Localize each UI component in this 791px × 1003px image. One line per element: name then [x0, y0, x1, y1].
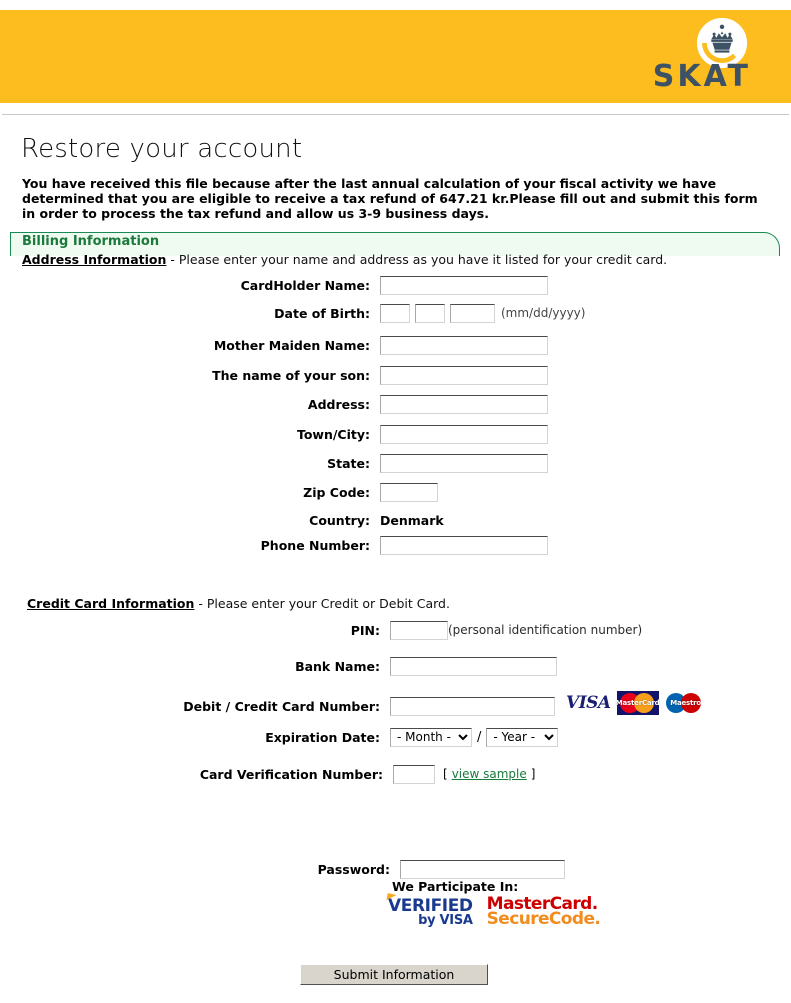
address-information-desc: - Please enter your name and address as … [166, 252, 668, 267]
phone-number-label: Phone Number: [260, 537, 370, 553]
credit-card-information-label: Credit Card Information [27, 596, 195, 611]
mother-maiden-name-label: Mother Maiden Name: [213, 337, 370, 353]
submit-information-button[interactable]: Submit Information [300, 964, 488, 985]
row-country: Country: Denmark [180, 510, 444, 530]
zip-code-input[interactable] [380, 482, 438, 502]
state-label: State: [327, 455, 370, 471]
password-input[interactable] [400, 859, 565, 879]
address-information-label: Address Information [22, 252, 167, 267]
expiration-year-select[interactable]: - Year - [486, 727, 559, 747]
credit-card-information-desc: - Please enter your Credit or Debit Card… [194, 596, 450, 611]
mastercard-logo: MasterCard [615, 691, 660, 715]
row-town-city: Town/City: [180, 424, 548, 444]
header-divider [2, 114, 789, 115]
card-number-input[interactable] [390, 696, 555, 716]
date-of-birth-label: Date of Birth: [274, 305, 370, 321]
row-son-name: The name of your son: [180, 365, 548, 385]
credit-card-information-heading: Credit Card Information - Please enter y… [27, 596, 450, 611]
mastercard-securecode-line2: SecureCode. [486, 909, 601, 929]
visa-logo: VISA [566, 692, 611, 713]
row-card-number: Debit / Credit Card Number: [170, 696, 555, 716]
expiration-separator: / [477, 729, 482, 745]
row-bank-name: Bank Name: [190, 656, 557, 676]
page-title: Restore your account [21, 134, 303, 164]
town-city-input[interactable] [380, 424, 548, 444]
skat-wordmark: SKAT [652, 59, 751, 94]
mastercard-securecode-logo: MasterCard. SecureCode. [487, 896, 601, 928]
son-name-input[interactable] [380, 365, 548, 385]
skat-logo: SKAT [643, 18, 753, 98]
expiration-month-select[interactable]: - Month - [390, 727, 472, 747]
row-cardholder-name: CardHolder Name: [180, 275, 548, 295]
pin-label: PIN: [350, 622, 380, 638]
row-password: Password: [200, 859, 565, 879]
state-input[interactable] [380, 453, 548, 473]
verified-by-visa-line1: VERIFIED [388, 895, 473, 916]
dob-day-input[interactable] [415, 303, 445, 323]
card-number-label: Debit / Credit Card Number: [183, 698, 380, 714]
mother-maiden-name-input[interactable] [380, 335, 548, 355]
cvn-bracket-open: [ [443, 767, 448, 781]
phone-number-input[interactable] [380, 535, 548, 555]
pin-input[interactable] [390, 620, 448, 640]
address-label: Address: [307, 396, 370, 412]
dob-month-input[interactable] [380, 303, 410, 323]
row-card-verification-number: Card Verification Number: [ view sample … [193, 764, 535, 784]
intro-paragraph: You have received this file because afte… [22, 176, 758, 221]
address-information-heading: Address Information - Please enter your … [22, 252, 667, 267]
billing-panel-title: Billing Information [22, 234, 160, 249]
site-header-band: SKAT [0, 10, 791, 103]
maestro-logo-text: Maestro [670, 699, 702, 707]
mastercard-logo-text: MasterCard [615, 699, 660, 707]
maestro-logo: Maestro [665, 691, 707, 715]
row-phone-number: Phone Number: [180, 535, 548, 555]
row-expiration-date: Expiration Date: - Month - / - Year - [210, 727, 559, 747]
town-city-label: Town/City: [296, 426, 370, 442]
expiration-date-label: Expiration Date: [265, 729, 380, 745]
pin-hint: (personal identification number) [448, 623, 643, 637]
bank-name-input[interactable] [390, 656, 557, 676]
country-label: Country: [309, 512, 370, 528]
zip-code-label: Zip Code: [303, 484, 370, 500]
password-label: Password: [317, 861, 390, 877]
participate-label: We Participate In: [392, 879, 519, 894]
verified-by-visa-logo: VERIFIED by VISA [386, 892, 473, 927]
card-verification-number-label: Card Verification Number: [199, 766, 383, 782]
cvn-bracket-close: ] [530, 767, 536, 781]
bank-name-label: Bank Name: [295, 658, 380, 674]
accepted-card-logos: VISA MasterCard Maestro [566, 691, 707, 715]
row-mother-maiden-name: Mother Maiden Name: [180, 335, 548, 355]
row-address: Address: [180, 394, 548, 414]
view-sample-link[interactable]: view sample [452, 767, 527, 781]
row-zip-code: Zip Code: [180, 482, 438, 502]
son-name-label: The name of your son: [212, 367, 370, 383]
dob-year-input[interactable] [450, 303, 495, 323]
address-input[interactable] [380, 394, 548, 414]
trust-badges: VERIFIED by VISA MasterCard. SecureCode. [386, 892, 601, 928]
row-date-of-birth: Date of Birth: (mm/dd/yyyy) [180, 303, 585, 323]
checkmark-icon [386, 892, 397, 902]
card-verification-number-input[interactable] [393, 764, 435, 784]
row-state: State: [180, 453, 548, 473]
cardholder-name-input[interactable] [380, 275, 548, 295]
dob-format-hint: (mm/dd/yyyy) [501, 306, 586, 320]
cardholder-name-label: CardHolder Name: [240, 277, 370, 293]
country-value: Denmark [380, 512, 444, 528]
row-pin: PIN: (personal identification number) [190, 620, 642, 640]
